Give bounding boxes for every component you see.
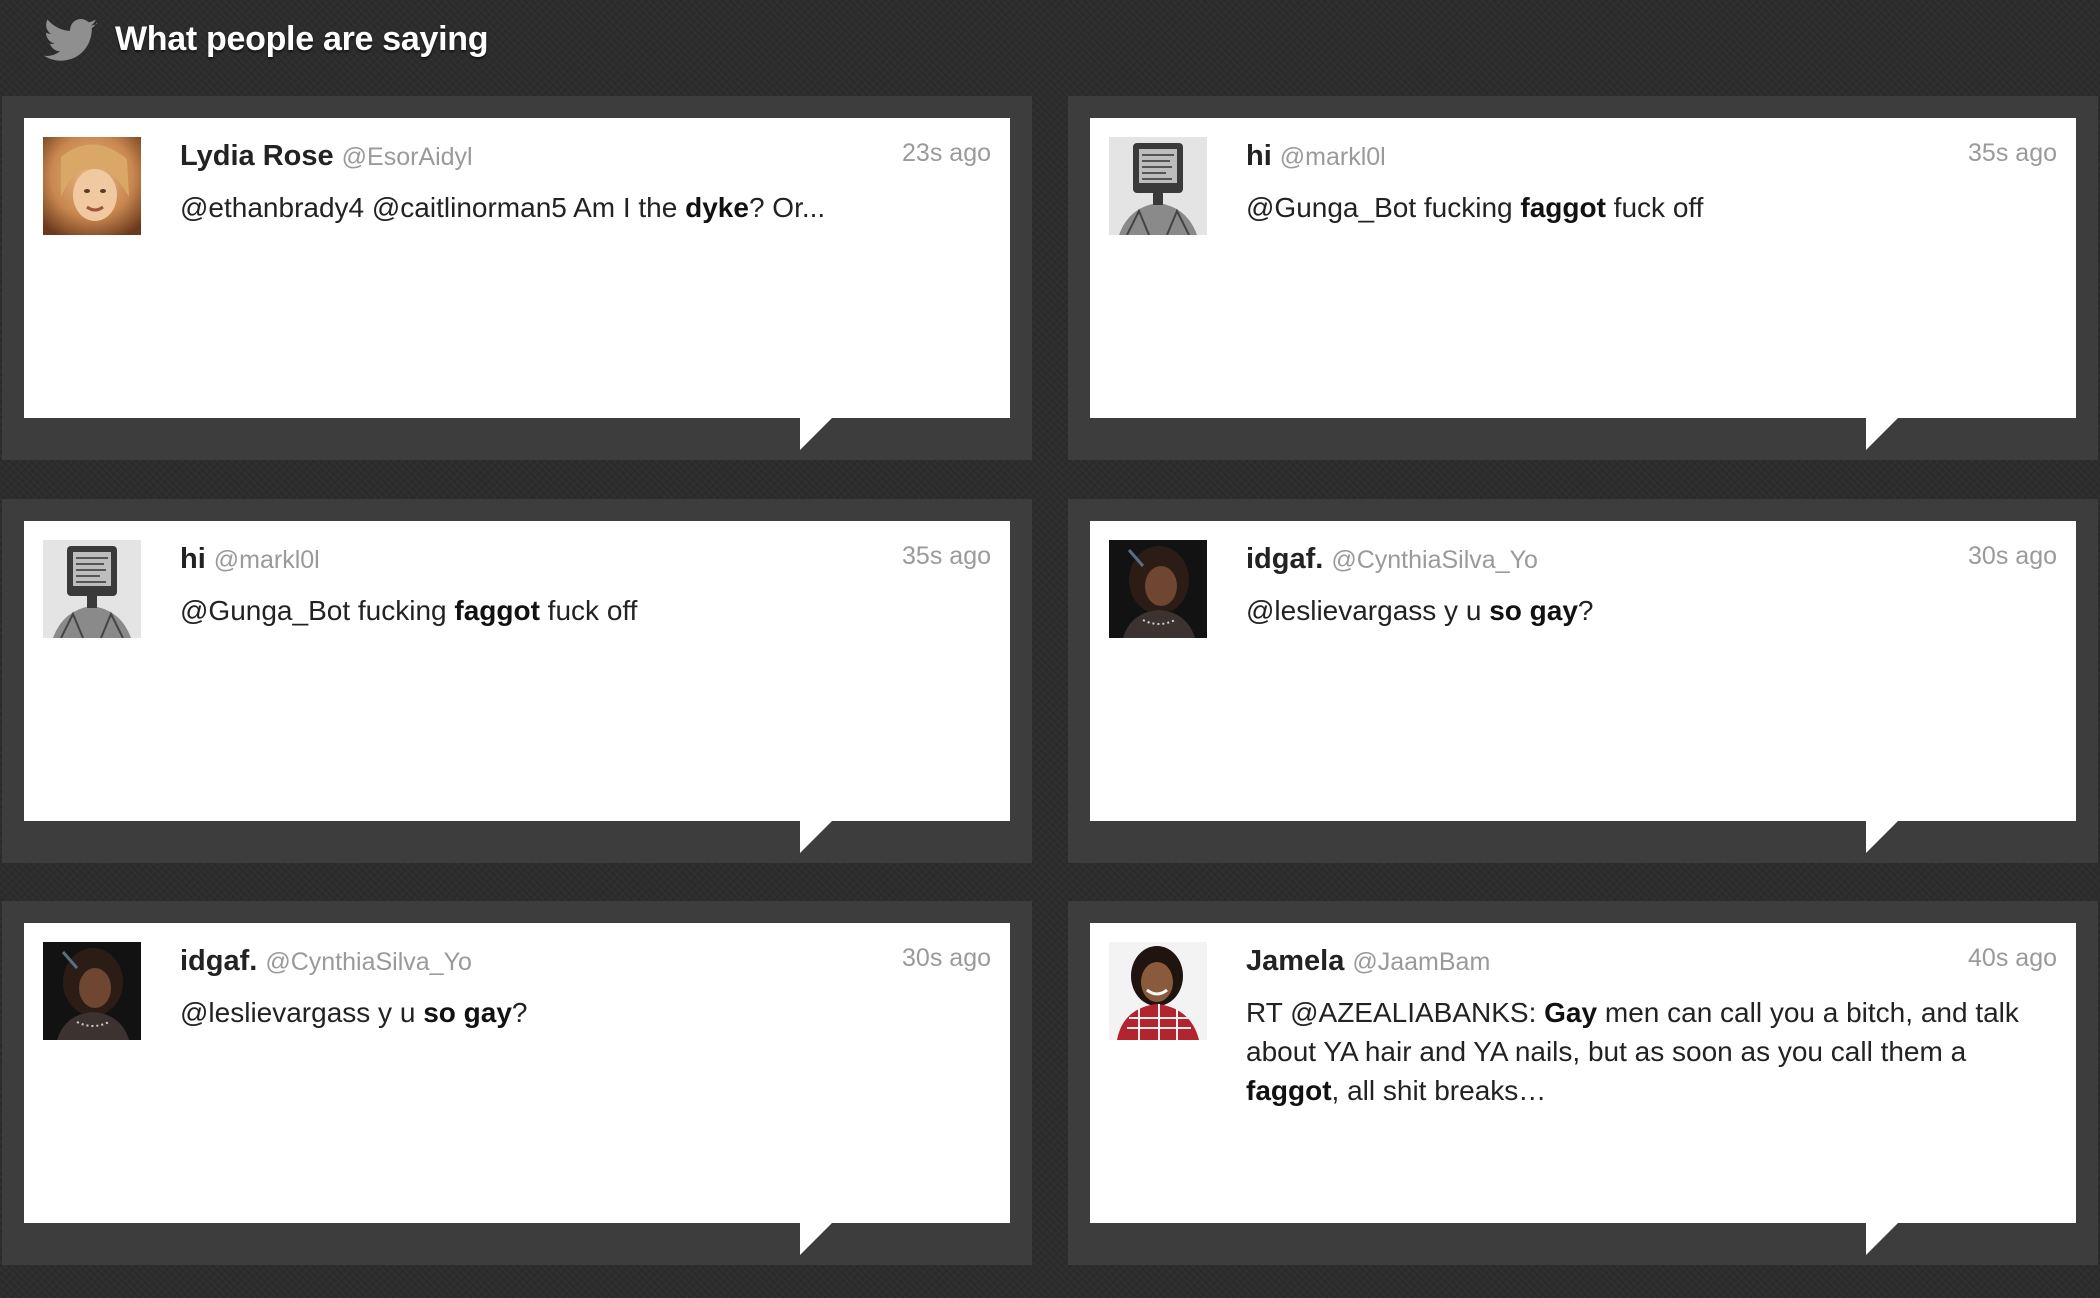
author-name[interactable]: hi bbox=[1246, 140, 1272, 172]
tweet-timestamp[interactable]: 30s ago bbox=[902, 944, 991, 973]
avatar[interactable] bbox=[43, 137, 141, 235]
tweet-highlight: Gay bbox=[1544, 997, 1598, 1028]
author-name[interactable]: idgaf. bbox=[1246, 543, 1323, 575]
avatar[interactable] bbox=[1109, 540, 1207, 638]
author-name[interactable]: hi bbox=[180, 543, 206, 575]
twitter-bird-icon bbox=[44, 19, 98, 61]
speech-bubble-tail bbox=[800, 821, 832, 853]
tweet-text-segment: @Gunga_Bot fucking bbox=[1246, 192, 1521, 223]
tweet-card[interactable]: Lydia Rose @EsorAidyl 23s ago @ethanbrady… bbox=[2, 96, 1032, 460]
speech-bubble-tail bbox=[1866, 821, 1898, 853]
tweet-text-segment: RT @AZEALIABANKS: bbox=[1246, 997, 1545, 1028]
tweet-highlight: faggot bbox=[454, 595, 540, 626]
tweet-highlight: so gay bbox=[423, 997, 512, 1028]
tweet-text-segment: @ethanbrady4 @caitlinorman5 Am I the bbox=[180, 192, 686, 223]
author-handle[interactable]: @JaamBam bbox=[1352, 948, 1490, 976]
speech-bubble-tail bbox=[1866, 418, 1898, 450]
avatar[interactable] bbox=[43, 540, 141, 638]
tweet-text-segment: @leslievargass y u bbox=[180, 997, 424, 1028]
tweet-highlight: faggot bbox=[1520, 192, 1606, 223]
tweet-text-segment: @Gunga_Bot fucking bbox=[180, 595, 455, 626]
author-handle[interactable]: @CynthiaSilva_Yo bbox=[265, 948, 472, 976]
tweet-author: Lydia Rose @EsorAidyl bbox=[180, 140, 473, 173]
tweet-text: @leslievargass y u so gay? bbox=[1246, 591, 2046, 630]
tweet-card[interactable]: idgaf. @CynthiaSilva_Yo 30s ago @leslieva… bbox=[1068, 499, 2098, 863]
tweet-text-segment: ? bbox=[511, 997, 528, 1028]
author-name[interactable]: Jamela bbox=[1246, 945, 1344, 977]
tweet-text-segment: fuck off bbox=[1605, 192, 1704, 223]
tweet-author: hi @markl0l bbox=[1246, 140, 1386, 173]
tweet-card[interactable]: Jamela @JaamBam 40s ago RT @AZEALIABANKS:… bbox=[1068, 901, 2098, 1265]
speech-bubble-tail bbox=[800, 418, 832, 450]
tweet-author: idgaf. @CynthiaSilva_Yo bbox=[180, 945, 472, 978]
tweet-card[interactable]: idgaf. @CynthiaSilva_Yo 30s ago @leslieva… bbox=[2, 901, 1032, 1265]
tweet-text: @ethanbrady4 @caitlinorman5 Am I the dyk… bbox=[180, 188, 980, 227]
tweet-text-segment: , all shit breaks… bbox=[1331, 1075, 1547, 1106]
tweet-timestamp[interactable]: 30s ago bbox=[1968, 542, 2057, 571]
tweet-author: hi @markl0l bbox=[180, 543, 320, 576]
tweet-timestamp[interactable]: 35s ago bbox=[902, 542, 991, 571]
author-handle[interactable]: @markl0l bbox=[1280, 143, 1386, 171]
tweet-timestamp[interactable]: 40s ago bbox=[1968, 944, 2057, 973]
tweet-highlight: faggot bbox=[1246, 1075, 1332, 1106]
tweet-text: RT @AZEALIABANKS: Gay men can call you a… bbox=[1246, 993, 2046, 1110]
tweet-body: hi @markl0l 35s ago @Gunga_Bot fucking fa… bbox=[24, 521, 1010, 821]
tweet-text: @leslievargass y u so gay? bbox=[180, 993, 980, 1032]
tweet-body: idgaf. @CynthiaSilva_Yo 30s ago @leslieva… bbox=[1090, 521, 2076, 821]
tweet-card[interactable]: hi @markl0l 35s ago @Gunga_Bot fucking fa… bbox=[1068, 96, 2098, 460]
tweet-text: @Gunga_Bot fucking faggot fuck off bbox=[180, 591, 980, 630]
tweet-card[interactable]: hi @markl0l 35s ago @Gunga_Bot fucking fa… bbox=[2, 499, 1032, 863]
tweet-body: idgaf. @CynthiaSilva_Yo 30s ago @leslieva… bbox=[24, 923, 1010, 1223]
avatar[interactable] bbox=[43, 942, 141, 1040]
speech-bubble-tail bbox=[1866, 1223, 1898, 1255]
tweet-highlight: dyke bbox=[685, 192, 749, 223]
tweet-text-segment: ? bbox=[1577, 595, 1594, 626]
author-name[interactable]: Lydia Rose bbox=[180, 140, 334, 172]
tweet-highlight: so gay bbox=[1489, 595, 1578, 626]
tweet-body: Lydia Rose @EsorAidyl 23s ago @ethanbrady… bbox=[24, 118, 1010, 418]
avatar[interactable] bbox=[1109, 942, 1207, 1040]
tweet-body: hi @markl0l 35s ago @Gunga_Bot fucking fa… bbox=[1090, 118, 2076, 418]
author-handle[interactable]: @CynthiaSilva_Yo bbox=[1331, 546, 1538, 574]
tweet-author: idgaf. @CynthiaSilva_Yo bbox=[1246, 543, 1538, 576]
tweet-text-segment: ? Or... bbox=[748, 192, 826, 223]
avatar[interactable] bbox=[1109, 137, 1207, 235]
author-handle[interactable]: @markl0l bbox=[214, 546, 320, 574]
tweet-author: Jamela @JaamBam bbox=[1246, 945, 1490, 978]
widget-header: What people are saying bbox=[0, 0, 2100, 92]
author-handle[interactable]: @EsorAidyl bbox=[342, 143, 473, 171]
tweet-body: Jamela @JaamBam 40s ago RT @AZEALIABANKS:… bbox=[1090, 923, 2076, 1223]
tweet-text-segment: @leslievargass y u bbox=[1246, 595, 1490, 626]
tweet-text-segment: fuck off bbox=[539, 595, 638, 626]
tweet-timestamp[interactable]: 23s ago bbox=[902, 139, 991, 168]
tweet-text: @Gunga_Bot fucking faggot fuck off bbox=[1246, 188, 2046, 227]
header-title: What people are saying bbox=[115, 20, 489, 58]
tweet-timestamp[interactable]: 35s ago bbox=[1968, 139, 2057, 168]
speech-bubble-tail bbox=[800, 1223, 832, 1255]
author-name[interactable]: idgaf. bbox=[180, 945, 257, 977]
